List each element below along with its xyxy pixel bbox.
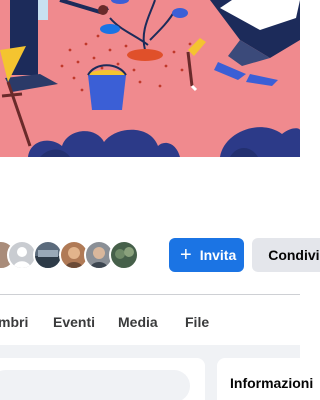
avatar[interactable] [109, 240, 139, 270]
share-button-label: Condividi [268, 247, 320, 263]
invite-button-label: Invita [199, 247, 237, 263]
tab-members[interactable]: mbri [0, 314, 28, 330]
tab-events[interactable]: Eventi [53, 314, 95, 330]
tab-media[interactable]: Media [118, 314, 158, 330]
header-divider [0, 294, 300, 295]
about-card-title: Informazioni [230, 375, 314, 391]
about-card: Informazioni [217, 358, 317, 400]
share-button[interactable]: Condividi [252, 238, 320, 272]
plus-icon: + [180, 244, 192, 266]
tab-files[interactable]: File [185, 314, 209, 330]
group-cover-image [0, 0, 300, 157]
composer-card [0, 358, 205, 400]
group-tabs: mbri Eventi Media File [0, 305, 300, 339]
composer-input[interactable] [0, 370, 190, 400]
invite-button[interactable]: + Invita [169, 238, 244, 272]
member-avatars[interactable] [0, 240, 150, 274]
